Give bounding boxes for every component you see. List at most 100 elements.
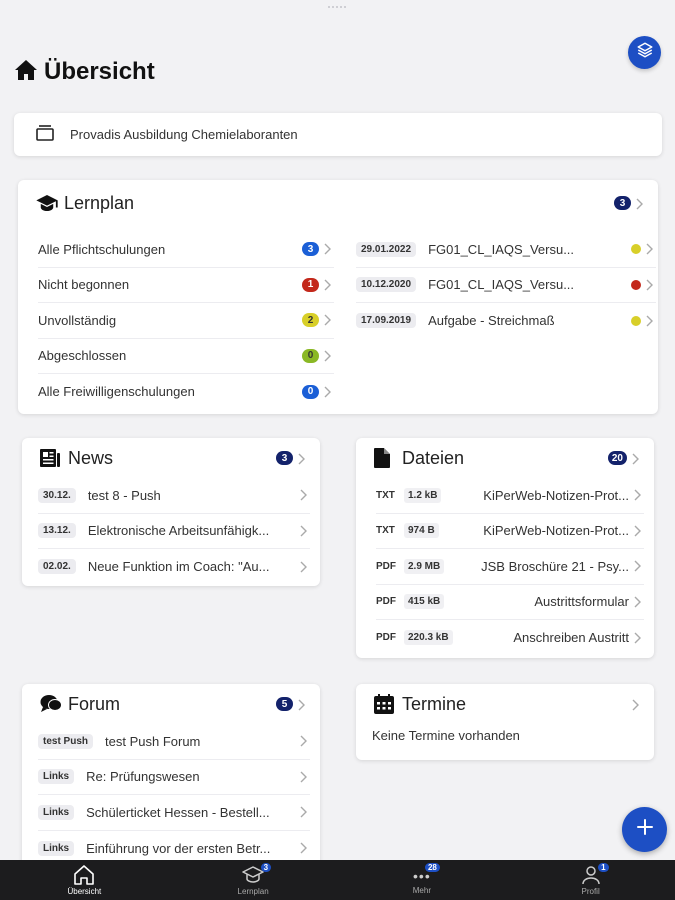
news-title: News [68,447,114,468]
lernplan-recent-list: 29.01.2022 FG01_CL_IAQS_Versu... 10.12.2… [356,232,656,339]
category-label: Nicht begonnen [38,277,130,293]
chevron-right-icon [646,243,656,255]
chevron-right-icon [300,806,310,818]
date-pill: 10.12.2020 [356,277,417,293]
category-count-badge: 0 [302,384,319,399]
chevron-right-icon [324,243,334,255]
lernplan-category-row[interactable]: Abgeschlossen 0 [38,339,334,374]
calendar-icon [374,694,396,714]
lernplan-count-badge: 3 [614,196,631,210]
news-list: 30.12. test 8 - Push 13.12. Elektronisch… [22,478,320,585]
chevron-right-icon [634,525,644,537]
termine-header[interactable]: Termine [356,684,654,724]
date-pill: 30.12. [38,487,76,503]
forum-title: Forum [68,693,121,714]
tab-mehr[interactable]: ••• 28 Mehr [338,860,507,900]
tab-badge: 1 [598,863,609,872]
lernplan-card: Lernplan 3 Alle Pflichtschulungen 3 Nich… [18,180,658,414]
category-count-badge: 0 [302,348,319,363]
file-type: PDF [376,632,396,644]
news-item-title: test 8 - Push [87,487,161,503]
news-item[interactable]: 02.02. Neue Funktion im Coach: "Au... [38,549,310,585]
news-header[interactable]: News 3 [22,438,320,478]
news-card: News 3 30.12. test 8 - Push 13.12. Elekt… [22,438,320,586]
chevron-right-icon [300,489,310,501]
termine-empty-text: Keine Termine vorhanden [372,728,520,743]
lernplan-category-row[interactable]: Unvollständig 2 [38,303,334,339]
chevron-right-icon [298,452,308,465]
dateien-count-badge: 20 [607,451,627,465]
newspaper-icon [40,448,62,468]
lernplan-category-row[interactable]: Alle Pflichtschulungen 3 [38,232,334,268]
file-item[interactable]: TXT 1.2 kB KiPerWeb-Notizen-Prot... [376,478,644,514]
file-name: Anschreiben Austritt [513,630,629,646]
lernplan-recent-row[interactable]: 17.09.2019 Aufgabe - Streichmaß [356,303,656,339]
file-item[interactable]: TXT 974 B KiPerWeb-Notizen-Prot... [376,514,644,549]
thread-title: Einführung vor der ersten Betr... [86,840,271,856]
chevron-right-icon [632,452,642,465]
course-title: FG01_CL_IAQS_Versu... [428,241,575,257]
add-button[interactable] [622,807,667,852]
layers-icon [636,41,654,64]
tab-uebersicht[interactable]: Übersicht [0,860,169,900]
forum-list: test Push test Push Forum Links Re: Prüf… [22,724,320,866]
lernplan-recent-row[interactable]: 10.12.2020 FG01_CL_IAQS_Versu... [356,268,656,303]
chevron-right-icon [298,698,308,711]
chevron-right-icon [324,314,334,326]
file-name: KiPerWeb-Notizen-Prot... [483,523,629,539]
file-icon [374,448,396,468]
forum-tag: Links [38,804,75,820]
forum-thread[interactable]: Links Schülerticket Hessen - Bestell... [38,795,310,831]
file-type: TXT [376,525,395,537]
lernplan-category-row[interactable]: Alle Freiwilligenschulungen 0 [38,374,334,410]
file-type: TXT [376,489,395,501]
category-count-badge: 1 [302,277,319,292]
file-item[interactable]: PDF 415 kB Austrittsformular [376,585,644,620]
sheet-grabber [328,6,346,9]
news-count-badge: 3 [276,451,293,465]
page-title: Übersicht [44,58,155,85]
chevron-right-icon [646,279,656,291]
file-type: PDF [376,560,396,572]
graduation-cap-icon [36,193,58,213]
news-item[interactable]: 30.12. test 8 - Push [38,478,310,514]
dateien-title: Dateien [402,447,465,468]
forum-thread[interactable]: test Push test Push Forum [38,724,310,760]
chevron-right-icon [324,279,334,291]
organization-name: Provadis Ausbildung Chemielaboranten [70,127,298,142]
forum-thread[interactable]: Links Re: Prüfungswesen [38,760,310,795]
tab-profil[interactable]: 1 Profil [506,860,675,900]
forum-tag: Links [38,840,75,856]
dateien-header[interactable]: Dateien 20 [356,438,654,478]
bottom-tab-bar: Übersicht 3 Lernplan ••• 28 Mehr 1 Profi… [0,860,675,900]
organization-selector[interactable]: Provadis Ausbildung Chemielaboranten [14,113,662,156]
chevron-right-icon [634,560,644,572]
chevron-right-icon [300,525,310,537]
chevron-right-icon [634,489,644,501]
news-item[interactable]: 13.12. Elektronische Arbeitsunfähigk... [38,514,310,549]
forum-tag: test Push [38,733,94,749]
forum-tag: Links [38,769,75,785]
chevron-right-icon [646,315,656,327]
home-outline-icon [73,864,95,887]
lernplan-recent-row[interactable]: 29.01.2022 FG01_CL_IAQS_Versu... [356,232,656,268]
file-item[interactable]: PDF 220.3 kB Anschreiben Austritt [376,620,644,656]
file-name: KiPerWeb-Notizen-Prot... [483,487,629,503]
lernplan-header[interactable]: Lernplan 3 [18,180,658,226]
forum-count-badge: 5 [276,697,293,711]
tab-lernplan[interactable]: 3 Lernplan [169,860,338,900]
forum-header[interactable]: Forum 5 [22,684,320,724]
file-size: 415 kB [404,594,445,610]
category-label: Unvollständig [38,312,117,328]
chevron-right-icon [634,596,644,608]
tab-badge: 28 [424,863,440,872]
status-dot [631,315,641,326]
layers-button[interactable] [628,36,661,69]
dateien-card: Dateien 20 TXT 1.2 kB KiPerWeb-Notizen-P… [356,438,654,658]
tab-label: Übersicht [67,886,102,896]
lernplan-category-row[interactable]: Nicht begonnen 1 [38,268,334,303]
dateien-list: TXT 1.2 kB KiPerWeb-Notizen-Prot... TXT … [356,478,654,656]
news-item-title: Neue Funktion im Coach: "Au... [87,559,270,575]
file-item[interactable]: PDF 2.9 MB JSB Broschüre 21 - Psy... [376,549,644,585]
file-type: PDF [376,596,396,608]
